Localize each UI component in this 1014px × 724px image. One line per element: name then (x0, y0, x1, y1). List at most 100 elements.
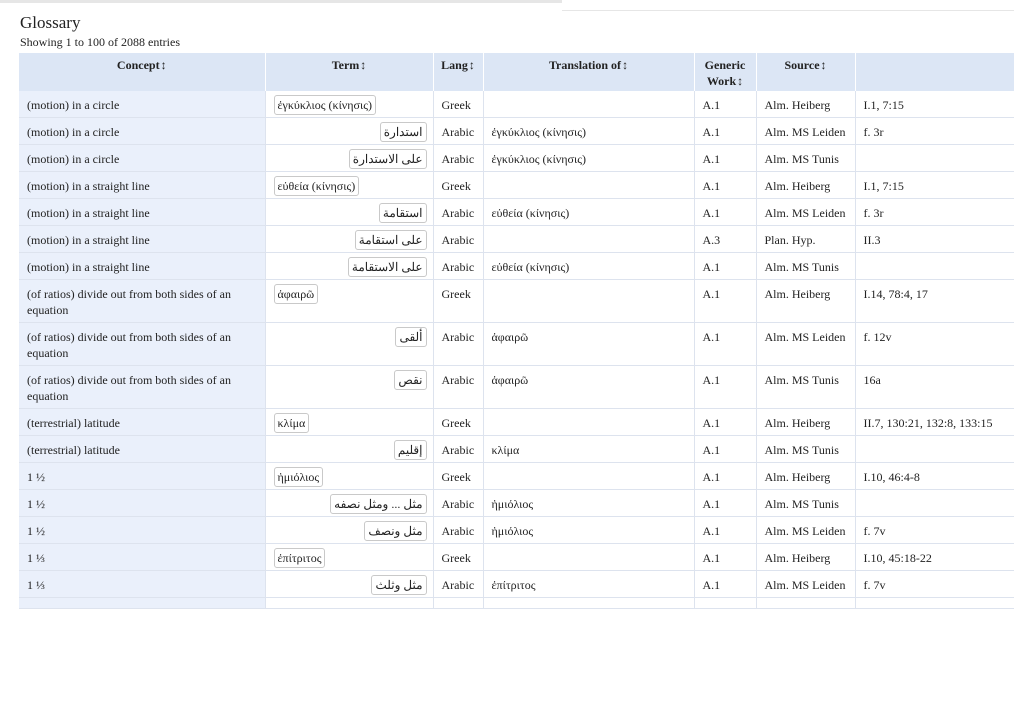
generic-work-cell: A.1 (694, 171, 757, 199)
table-row: (of ratios) divide out from both sides o… (19, 322, 1014, 366)
term-cell: ألقى (265, 322, 434, 366)
sort-icon[interactable]: ↕ (622, 58, 628, 72)
term-cell: استدارة (265, 117, 434, 145)
table-row: 1 ½ ἡμιόλιος Greek A.1 Alm. Heiberg I.10, 46:… (19, 462, 1014, 490)
sort-icon[interactable]: ↕ (821, 58, 827, 72)
top-scroll-area (0, 0, 1014, 11)
table-row: (motion) in a straight line εὐθεία (κίνησ… (19, 171, 1014, 199)
reference-cell: I.10, 45:18-22 (855, 543, 1014, 571)
table-row (19, 597, 1014, 609)
column-header-generic-work[interactable]: Generic Work↕ (694, 53, 757, 91)
source-cell: Alm. MS Tunis (756, 144, 856, 172)
table-row: (motion) in a straight line على الاستقامة… (19, 252, 1014, 280)
reference-cell: f. 7v (855, 516, 1014, 544)
column-header-source[interactable]: Source↕ (756, 53, 856, 91)
lang-cell: Arabic (433, 117, 484, 145)
translation-of-cell: ἀφαιρῶ (483, 322, 695, 366)
source-cell: Alm. Heiberg (756, 91, 856, 118)
reference-cell: II.3 (855, 225, 1014, 253)
concept-cell: 1 ⅓ (19, 570, 266, 598)
reference-cell: f. 3r (855, 117, 1014, 145)
term-value: ألقى (395, 327, 427, 347)
page-title: Glossary (20, 13, 81, 32)
term-cell: استقامة (265, 198, 434, 226)
term-cell: مثل ونصف (265, 516, 434, 544)
concept-cell: (terrestrial) latitude (19, 435, 266, 463)
source-cell: Alm. Heiberg (756, 462, 856, 490)
column-header-label: Translation of (548, 58, 622, 72)
translation-of-cell: ἐπίτριτος (483, 570, 695, 598)
column-header-label: Lang (441, 58, 468, 72)
sort-icon[interactable]: ↕ (469, 58, 475, 72)
term-value: نقص (394, 370, 427, 390)
term-value: على الاستدارة (348, 149, 427, 169)
concept-cell: (motion) in a circle (19, 91, 266, 118)
source-cell: Alm. MS Tunis (756, 435, 856, 463)
table-row: (of ratios) divide out from both sides o… (19, 365, 1014, 409)
sort-icon[interactable]: ↕ (161, 58, 167, 72)
reference-cell (855, 489, 1014, 517)
table-row: (of ratios) divide out from both sides o… (19, 279, 1014, 323)
source-cell: Alm. MS Leiden (756, 516, 856, 544)
translation-of-cell: κλίμα (483, 435, 695, 463)
lang-cell: Arabic (433, 570, 484, 598)
table-row: 1 ⅓ ἐπίτριτος Greek A.1 Alm. Heiberg I.10, 45… (19, 543, 1014, 571)
column-header-concept[interactable]: Concept↕ (19, 53, 266, 91)
lang-cell: Arabic (433, 198, 484, 226)
reference-cell (855, 252, 1014, 280)
term-cell: مثل وثلث (265, 570, 434, 598)
generic-work-cell: A.1 (694, 408, 757, 436)
concept-cell: (motion) in a circle (19, 117, 266, 145)
term-value: على الاستقامة (347, 257, 427, 277)
translation-of-cell: ἡμιόλιος (483, 489, 695, 517)
table-header-row: Concept↕ Term↕ Lang↕ Translation of↕ Gen… (19, 53, 1014, 91)
table-row: (motion) in a straight line استقامة Arabic… (19, 198, 1014, 226)
term-cell: على الاستدارة (265, 144, 434, 172)
term-value: ἡμιόλιος (273, 467, 324, 487)
reference-cell: f. 12v (855, 322, 1014, 366)
reference-cell: I.14, 78:4, 17 (855, 279, 1014, 323)
concept-cell: (motion) in a straight line (19, 198, 266, 226)
lang-cell: Arabic (433, 144, 484, 172)
column-header-term[interactable]: Term↕ (265, 53, 434, 91)
term-value: ἐγκύκλιος (κίνησις) (273, 95, 376, 115)
generic-work-cell: A.1 (694, 462, 757, 490)
table-row: (terrestrial) latitude κλίμα Greek A.1 Alm. … (19, 408, 1014, 436)
term-value: εὐθεία (κίνησις) (273, 176, 360, 196)
translation-of-cell (483, 462, 695, 490)
entries-info: Showing 1 to 100 of 2088 entries (20, 35, 180, 49)
concept-cell: (of ratios) divide out from both sides o… (19, 365, 266, 409)
term-cell: مثل ... ومثل نصفه (265, 489, 434, 517)
source-cell (756, 597, 856, 609)
term-cell: ἐγκύκλιος (κίνησις) (265, 91, 434, 118)
reference-cell: 16a (855, 365, 1014, 409)
column-header-label: Source (784, 58, 820, 72)
lang-cell: Arabic (433, 225, 484, 253)
lang-cell: Arabic (433, 489, 484, 517)
translation-of-cell (483, 171, 695, 199)
concept-cell: 1 ½ (19, 516, 266, 544)
column-header-reference[interactable] (855, 53, 1014, 91)
sort-icon[interactable]: ↕ (360, 58, 366, 72)
translation-of-cell: εὐθεία (κίνησις) (483, 198, 695, 226)
concept-cell: 1 ⅓ (19, 543, 266, 571)
term-cell: على الاستقامة (265, 252, 434, 280)
lang-cell: Greek (433, 462, 484, 490)
term-cell: ἡμιόλιος (265, 462, 434, 490)
column-header-translation-of[interactable]: Translation of↕ (483, 53, 695, 91)
table-row: (terrestrial) latitude إقليم Arabic κλίμα A.… (19, 435, 1014, 463)
concept-cell: 1 ½ (19, 489, 266, 517)
lang-cell (433, 597, 484, 609)
generic-work-cell: A.1 (694, 91, 757, 118)
translation-of-cell (483, 225, 695, 253)
term-value: κλίμα (273, 413, 310, 433)
horizontal-scrollbar-track[interactable] (0, 0, 563, 3)
sort-icon[interactable]: ↕ (737, 74, 743, 88)
reference-cell: II.7, 130:21, 132:8, 133:15 (855, 408, 1014, 436)
term-cell (265, 597, 434, 609)
generic-work-cell: A.1 (694, 252, 757, 280)
reference-cell: I.1, 7:15 (855, 171, 1014, 199)
lang-cell: Greek (433, 543, 484, 571)
table-row: 1 ½ مثل ونصف Arabic ἡμιόλιος A.1 Alm. MS Leid… (19, 516, 1014, 544)
column-header-lang[interactable]: Lang↕ (433, 53, 484, 91)
